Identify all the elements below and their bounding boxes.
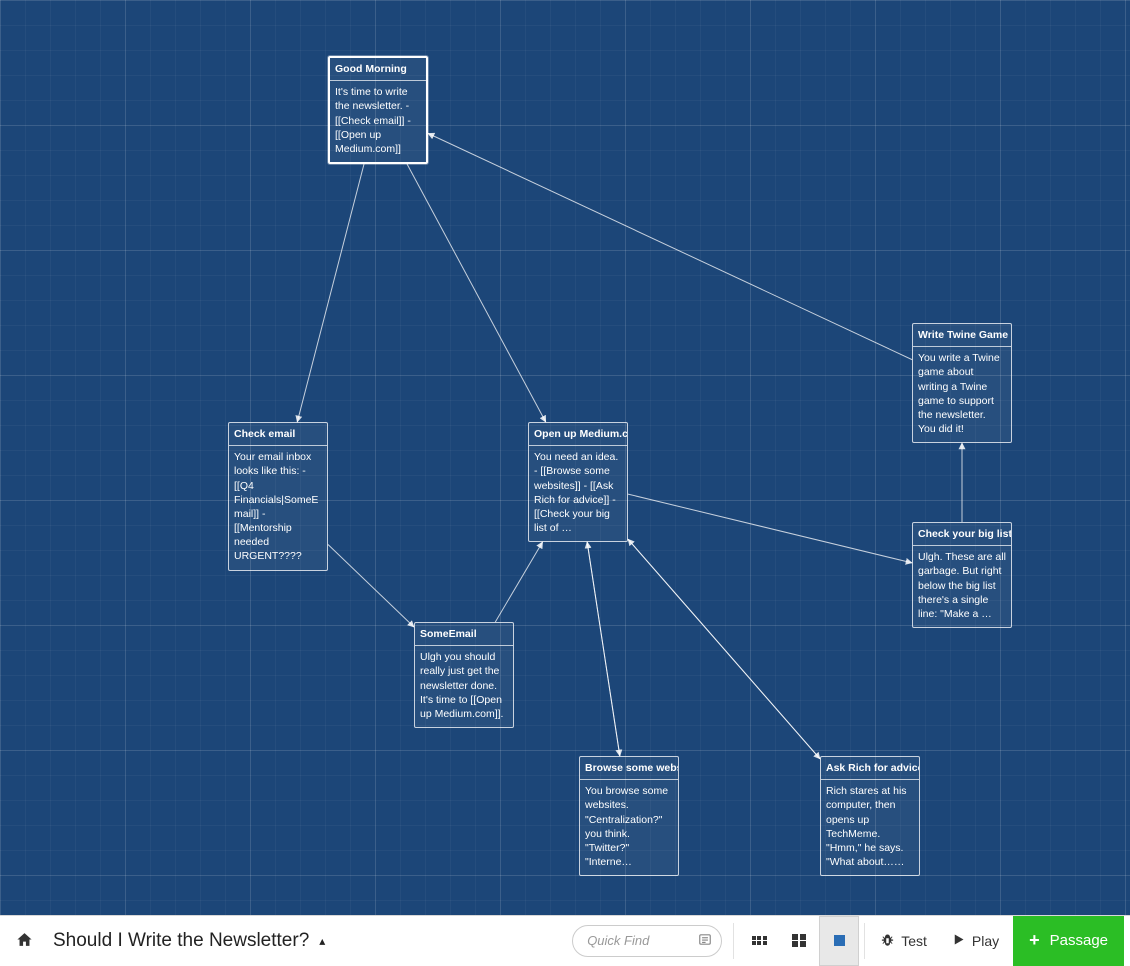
passage-link-arrow — [297, 164, 364, 422]
passage-node[interactable]: Open up Medium.comYou need an idea. - [[… — [528, 422, 628, 542]
passage-link-arrow — [428, 133, 912, 359]
test-label: Test — [901, 933, 927, 949]
passage-body: Ulgh you should really just get the news… — [415, 646, 513, 727]
passage-node[interactable]: Write Twine GameYou write a Twine game a… — [912, 323, 1012, 443]
chevron-up-icon: ▴ — [319, 934, 325, 948]
passage-title: Check email — [229, 423, 327, 446]
passage-link-arrow — [328, 544, 414, 627]
passage-label: Passage — [1050, 932, 1108, 949]
story-title-menu[interactable]: Should I Write the Newsletter? ▴ — [47, 916, 335, 966]
bug-icon — [880, 932, 895, 950]
zoom-controls — [739, 916, 859, 966]
grid-small-icon — [752, 936, 767, 946]
bottom-toolbar: Should I Write the Newsletter? ▴ — [0, 915, 1130, 965]
passage-node[interactable]: SomeEmailUlgh you should really just get… — [414, 622, 514, 728]
story-title-text: Should I Write the Newsletter? — [53, 930, 309, 952]
passage-title: Ask Rich for advice — [821, 757, 919, 780]
passage-body: You write a Twine game about writing a T… — [913, 347, 1011, 442]
quick-find-wrap — [572, 925, 722, 957]
passage-body: It's time to write the newsletter. - [[C… — [330, 81, 426, 162]
home-icon — [16, 931, 33, 951]
grid-large-icon — [834, 935, 845, 946]
passage-node[interactable]: Browse some websitesYou browse some webs… — [579, 756, 679, 876]
play-button[interactable]: Play — [941, 916, 1009, 966]
passage-title: Good Morning — [330, 58, 426, 81]
passage-title: Check your big list of — [913, 523, 1011, 546]
passage-link-arrow — [587, 542, 620, 756]
passage-link-arrow — [587, 542, 620, 756]
passage-title: Write Twine Game — [913, 324, 1011, 347]
passage-title: SomeEmail — [415, 623, 513, 646]
passage-node[interactable]: Check your big list ofUlgh. These are al… — [912, 522, 1012, 628]
passage-node[interactable]: Check emailYour email inbox looks like t… — [228, 422, 328, 571]
zoom-small-button[interactable] — [739, 916, 779, 966]
passage-link-arrow — [495, 542, 542, 622]
play-icon — [951, 932, 966, 950]
passage-body: Ulgh. These are all garbage. But right b… — [913, 546, 1011, 627]
passage-link-arrow — [407, 164, 546, 422]
zoom-medium-button[interactable] — [779, 916, 819, 966]
passage-node[interactable]: Ask Rich for adviceRich stares at his co… — [820, 756, 920, 876]
passage-title: Browse some websites — [580, 757, 678, 780]
passage-body: Rich stares at his computer, then opens … — [821, 780, 919, 875]
passage-body: Your email inbox looks like this: - [[Q4… — [229, 446, 327, 569]
story-map-canvas[interactable]: Good MorningIt's time to write the newsl… — [0, 0, 1130, 915]
passage-body: You need an idea. - [[Browse some websit… — [529, 446, 627, 541]
passage-body: You browse some websites. "Centralizatio… — [580, 780, 678, 875]
test-button[interactable]: Test — [870, 916, 937, 966]
quick-find-input[interactable] — [572, 925, 722, 957]
plus-icon: + — [1029, 930, 1040, 951]
passage-link-arrow — [628, 539, 820, 759]
passage-link-arrow — [628, 494, 912, 563]
grid-medium-icon — [792, 934, 806, 948]
play-label: Play — [972, 933, 999, 949]
passage-node[interactable]: Good MorningIt's time to write the newsl… — [328, 56, 428, 164]
passage-title: Open up Medium.com — [529, 423, 627, 446]
add-passage-button[interactable]: + Passage — [1013, 916, 1124, 966]
passage-link-arrow — [628, 539, 820, 759]
home-button[interactable] — [6, 916, 43, 966]
zoom-large-button[interactable] — [819, 916, 859, 966]
